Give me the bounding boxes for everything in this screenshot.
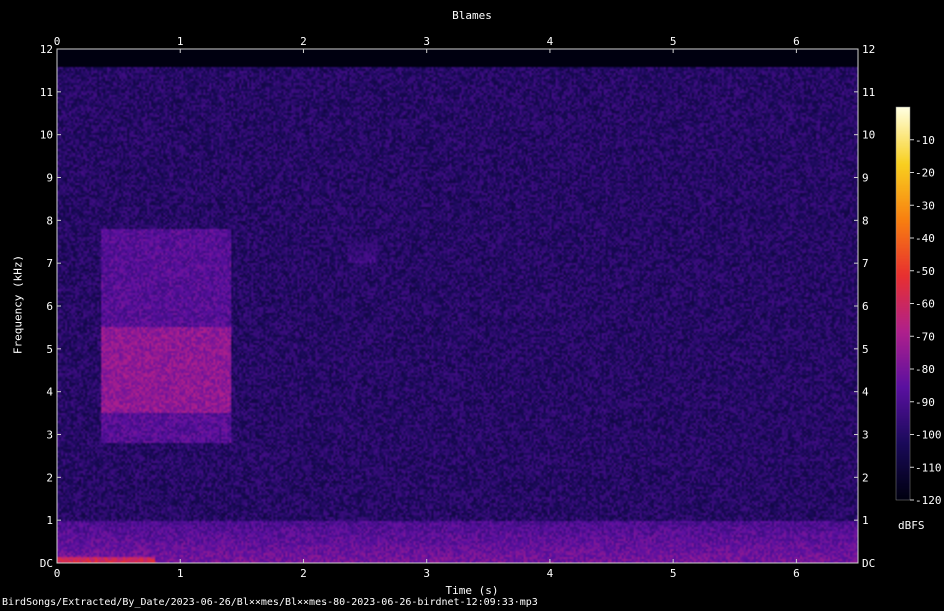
- colorbar-tick-label: -70: [915, 330, 935, 343]
- y-tick-label-left: 1: [46, 514, 53, 527]
- y-tick-label-left: 11: [40, 86, 53, 99]
- spectrogram-figure: 00112233445566DC DC1 12 23 34 45 56 67 78 89 910 10…: [40, 35, 942, 580]
- x-tick-label-top: 5: [670, 35, 677, 48]
- y-tick-label-right: 10: [862, 129, 875, 142]
- colorbar-tick-label: -60: [915, 298, 935, 311]
- y-tick-label-right: DC: [862, 557, 875, 570]
- chart-title: Blames: [452, 9, 492, 22]
- x-tick-label-top: 0: [54, 35, 61, 48]
- y-tick-label-left: 5: [46, 343, 53, 356]
- x-tick-label-top: 6: [793, 35, 800, 48]
- colorbar: [896, 107, 910, 500]
- y-tick-label-right: 5: [862, 343, 869, 356]
- y-tick-label-left: 8: [46, 214, 53, 227]
- x-tick-label-bottom: 0: [54, 567, 61, 580]
- file-path-footer: BirdSongs/Extracted/By_Date/2023-06-26/B…: [2, 597, 538, 608]
- y-tick-label-right: 8: [862, 214, 869, 227]
- colorbar-tick-label: -80: [915, 363, 935, 376]
- y-axis-label: Frequency (kHz): [11, 254, 25, 355]
- colorbar-tick-label: -40: [915, 232, 935, 245]
- colorbar-tick-label: -20: [915, 167, 935, 180]
- y-tick-label-right: 3: [862, 429, 869, 442]
- colorbar-tick-label: -10: [915, 134, 935, 147]
- x-tick-label-top: 1: [177, 35, 184, 48]
- x-tick-label-bottom: 1: [177, 567, 184, 580]
- y-tick-label-right: 9: [862, 172, 869, 185]
- y-tick-label-left: 12: [40, 43, 53, 56]
- y-tick-label-left: 6: [46, 300, 53, 313]
- y-tick-label-right: 11: [862, 86, 875, 99]
- y-tick-label-left: 9: [46, 172, 53, 185]
- y-tick-label-left: 10: [40, 129, 53, 142]
- x-axis-label: Time (s): [445, 584, 499, 597]
- y-tick-label-right: 1: [862, 514, 869, 527]
- x-tick-label-bottom: 4: [547, 567, 554, 580]
- x-tick-label-bottom: 5: [670, 567, 677, 580]
- x-tick-label-bottom: 2: [300, 567, 307, 580]
- x-tick-label-bottom: 3: [423, 567, 430, 580]
- colorbar-tick-label: -90: [915, 396, 935, 409]
- y-tick-label-left: DC: [40, 557, 53, 570]
- x-tick-label-top: 3: [423, 35, 430, 48]
- x-tick-label-bottom: 6: [793, 567, 800, 580]
- y-tick-label-right: 6: [862, 300, 869, 313]
- y-tick-label-right: 12: [862, 43, 875, 56]
- y-tick-label-right: 7: [862, 257, 869, 270]
- colorbar-tick-label: -30: [915, 199, 935, 212]
- x-tick-label-top: 2: [300, 35, 307, 48]
- colorbar-unit-label: dBFS: [898, 519, 925, 532]
- colorbar-tick-label: -120: [915, 494, 942, 507]
- colorbar-tick-label: -100: [915, 429, 942, 442]
- y-tick-label-left: 4: [46, 386, 53, 399]
- x-tick-label-top: 4: [547, 35, 554, 48]
- colorbar-tick-label: -110: [915, 461, 942, 474]
- spectrogram-heatmap: [57, 49, 858, 563]
- y-tick-label-left: 2: [46, 471, 53, 484]
- y-tick-label-right: 4: [862, 386, 869, 399]
- y-tick-label-left: 7: [46, 257, 53, 270]
- y-tick-label-left: 3: [46, 429, 53, 442]
- y-tick-label-right: 2: [862, 471, 869, 484]
- colorbar-tick-label: -50: [915, 265, 935, 278]
